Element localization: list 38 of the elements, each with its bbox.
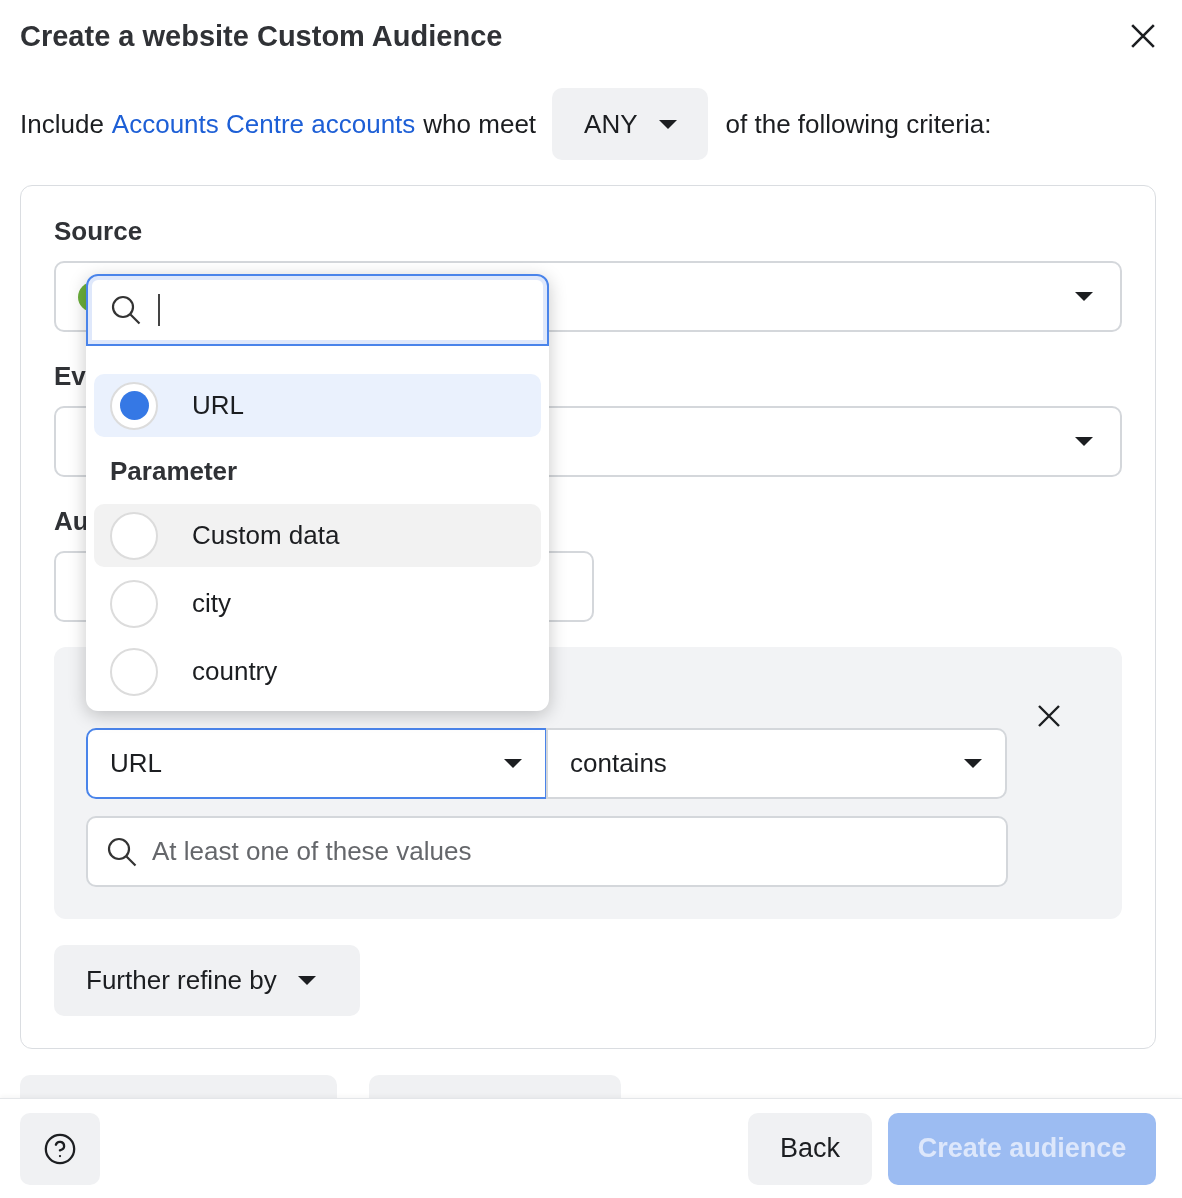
dialog-title: Create a website Custom Audience [20, 19, 503, 53]
menu-option[interactable]: URL [94, 374, 541, 437]
accounts-link[interactable]: Accounts Centre accounts [111, 108, 416, 140]
menu-option[interactable]: Custom data [94, 504, 541, 567]
caret-icon [503, 758, 523, 769]
field-label: Source [54, 216, 143, 246]
close-icon [1037, 703, 1061, 728]
remove-button[interactable] [1037, 703, 1061, 728]
radio-button[interactable] [110, 579, 158, 628]
values-field[interactable]: At least one of these values [86, 816, 1008, 887]
match-dropdown[interactable]: ANY [552, 88, 708, 160]
menu-option[interactable]: country [94, 640, 541, 703]
field-label: Ev [54, 361, 86, 391]
parameter-select[interactable]: URL [86, 728, 547, 799]
radio-button[interactable] [110, 381, 158, 430]
refine-button[interactable]: Further refine by [54, 945, 360, 1016]
radio-button[interactable] [110, 647, 158, 696]
criteria-text: of the following criteria: [725, 108, 992, 140]
caret-icon [657, 118, 678, 130]
menu-search-field[interactable] [86, 274, 549, 346]
operator-select[interactable]: contains [546, 728, 1007, 799]
caret-icon [1074, 436, 1094, 447]
back-button[interactable]: Back [747, 1112, 872, 1185]
radio-button[interactable] [110, 511, 158, 560]
caret-icon [963, 758, 983, 769]
close-button[interactable] [1130, 23, 1156, 49]
help-icon [43, 1131, 77, 1166]
caret-icon [1074, 291, 1094, 302]
help-button[interactable] [20, 1112, 100, 1185]
search-icon [106, 835, 138, 868]
menu-option[interactable]: city [94, 572, 541, 635]
menu-heading: Parameter [109, 455, 239, 488]
search-icon [110, 294, 142, 326]
criteria-text: who meet [423, 108, 537, 140]
close-icon [1130, 23, 1156, 49]
criteria-text: Include [20, 108, 104, 140]
text-cursor [158, 294, 160, 326]
caret-icon [296, 975, 317, 986]
